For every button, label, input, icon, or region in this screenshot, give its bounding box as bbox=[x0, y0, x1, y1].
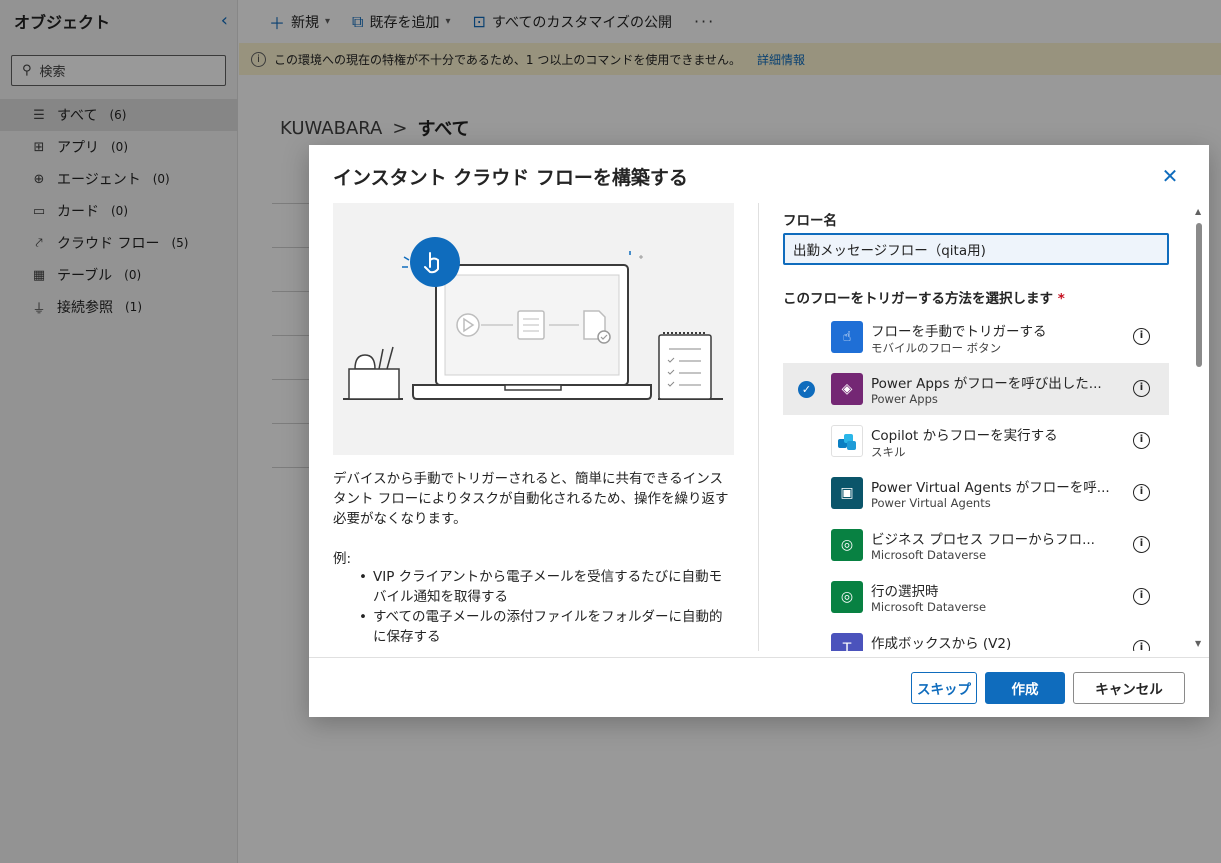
example-item: すべての電子メールの添付ファイルをフォルダーに自動的に保存する bbox=[359, 607, 735, 647]
trigger-name: Copilot からフローを実行する bbox=[871, 428, 1058, 444]
trigger-list: ☝ フローを手動でトリガーする モバイルのフロー ボタン i ✓ ◈ Power… bbox=[783, 311, 1169, 651]
trigger-option-power-apps[interactable]: ✓ ◈ Power Apps がフローを呼び出した... Power Apps … bbox=[783, 363, 1169, 415]
checkmark-icon: ✓ bbox=[798, 381, 815, 398]
trigger-connector: Power Apps bbox=[871, 392, 938, 406]
flow-name-input[interactable] bbox=[783, 233, 1169, 265]
trigger-option-business-process[interactable]: ◎ ビジネス プロセス フローからフロ... Microsoft Dataver… bbox=[783, 519, 1169, 571]
teams-icon: T bbox=[831, 633, 863, 651]
trigger-name: Power Virtual Agents がフローを呼... bbox=[871, 480, 1110, 496]
dialog-description: デバイスから手動でトリガーされると、簡単に共有できるインスタント フローによりタ… bbox=[333, 471, 729, 527]
skip-button[interactable]: スキップ bbox=[911, 672, 977, 704]
trigger-name: Power Apps がフローを呼び出した... bbox=[871, 376, 1102, 392]
trigger-connector: Microsoft Dataverse bbox=[871, 548, 987, 562]
trigger-name: ビジネス プロセス フローからフロ... bbox=[871, 532, 1095, 548]
trigger-name: 行の選択時 bbox=[871, 584, 939, 600]
footer-divider bbox=[309, 657, 1209, 658]
trigger-option-pva[interactable]: ▣ Power Virtual Agents がフローを呼... Power V… bbox=[783, 467, 1169, 519]
info-icon[interactable]: i bbox=[1133, 536, 1150, 553]
trigger-list-scrollbar[interactable]: ▲ ▼ bbox=[1195, 207, 1203, 651]
info-icon[interactable]: i bbox=[1133, 380, 1150, 397]
create-button[interactable]: 作成 bbox=[985, 672, 1065, 704]
dataverse-icon: ◎ bbox=[831, 581, 863, 613]
example-list: VIP クライアントから電子メールを受信するたびに自動モバイル通知を取得する す… bbox=[359, 567, 735, 647]
build-instant-flow-dialog: インスタント クラウド フローを構築する ✕ デバイスから手動でトリガーされると… bbox=[309, 145, 1209, 717]
trigger-option-manual[interactable]: ☝ フローを手動でトリガーする モバイルのフロー ボタン i bbox=[783, 311, 1169, 363]
example-label: 例: bbox=[333, 551, 352, 567]
flow-name-label: フロー名 bbox=[783, 213, 837, 229]
copilot-logo bbox=[838, 434, 856, 450]
scroll-up-icon[interactable]: ▲ bbox=[1195, 207, 1201, 216]
info-icon[interactable]: i bbox=[1133, 328, 1150, 345]
trigger-connector: Power Virtual Agents bbox=[871, 496, 991, 510]
trigger-name: 作成ボックスから (V2) bbox=[871, 636, 1012, 651]
dialog-title: インスタント クラウド フローを構築する bbox=[333, 167, 688, 189]
example-item: VIP クライアントから電子メールを受信するたびに自動モバイル通知を取得する bbox=[359, 567, 735, 607]
panel-divider bbox=[758, 203, 759, 651]
trigger-connector: スキル bbox=[871, 445, 906, 459]
power-apps-icon: ◈ bbox=[831, 373, 863, 405]
trigger-option-row-selected[interactable]: ◎ 行の選択時 Microsoft Dataverse i bbox=[783, 571, 1169, 623]
hand-touch-icon: ☝ bbox=[831, 321, 863, 353]
trigger-option-copilot[interactable]: Copilot からフローを実行する スキル i bbox=[783, 415, 1169, 467]
scroll-down-icon[interactable]: ▼ bbox=[1195, 639, 1201, 648]
dataverse-icon: ◎ bbox=[831, 529, 863, 561]
scrollbar-thumb[interactable] bbox=[1196, 223, 1202, 367]
laptop-illustration bbox=[343, 237, 723, 400]
pva-icon: ▣ bbox=[831, 477, 863, 509]
copilot-icon bbox=[831, 425, 863, 457]
info-icon[interactable]: i bbox=[1133, 588, 1150, 605]
trigger-connector: モバイルのフロー ボタン bbox=[871, 341, 1002, 355]
trigger-label: このフローをトリガーする方法を選択します * bbox=[783, 287, 1065, 307]
trigger-label-text: このフローをトリガーする方法を選択します bbox=[783, 291, 1053, 307]
info-icon[interactable]: i bbox=[1133, 640, 1150, 651]
close-icon[interactable]: ✕ bbox=[1159, 165, 1181, 187]
info-icon[interactable]: i bbox=[1133, 432, 1150, 449]
info-icon[interactable]: i bbox=[1133, 484, 1150, 501]
trigger-connector: Microsoft Dataverse bbox=[871, 600, 987, 614]
trigger-option-compose-box[interactable]: T 作成ボックスから (V2) i bbox=[783, 623, 1169, 651]
cancel-button[interactable]: キャンセル bbox=[1073, 672, 1185, 704]
instant-flow-illustration bbox=[333, 203, 734, 455]
required-mark: * bbox=[1057, 291, 1065, 307]
trigger-name: フローを手動でトリガーする bbox=[871, 324, 1047, 340]
